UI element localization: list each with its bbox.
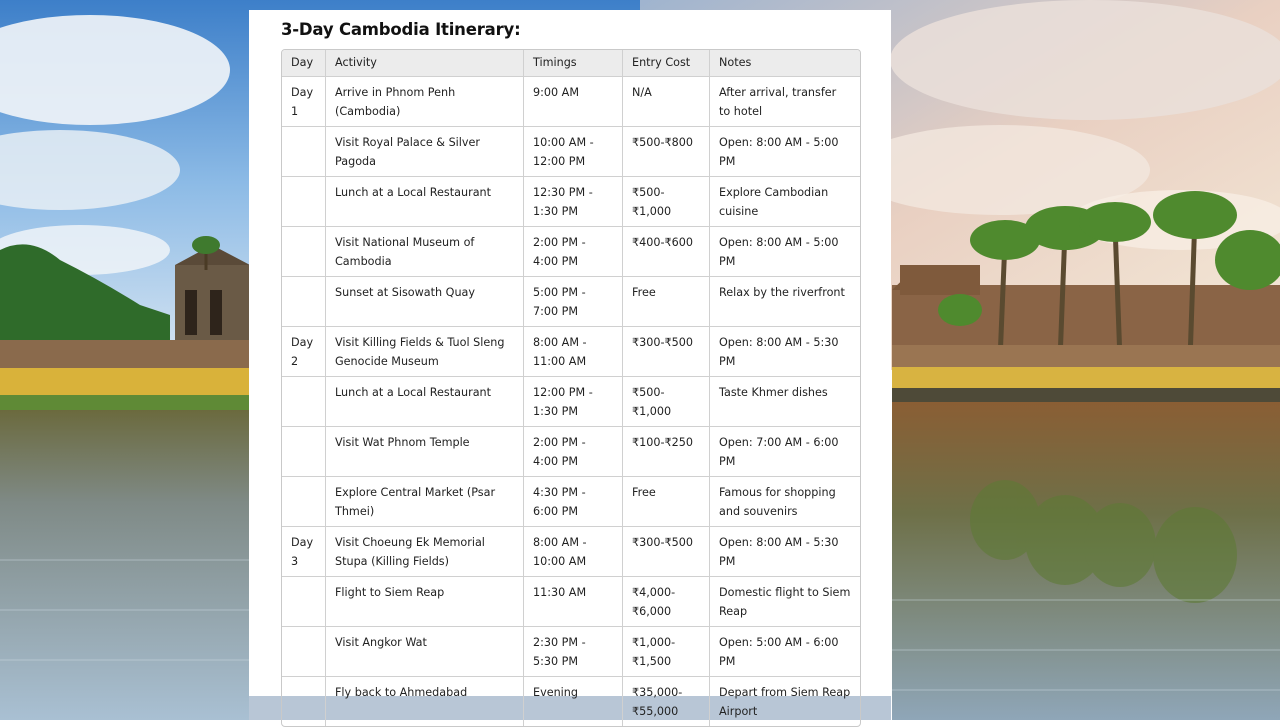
table-row: Day 1 Arrive in Phnom Penh (Cambodia) 9:00… <box>282 76 860 127</box>
table-row: Visit Wat Phnom Temple 2:00 PM - 4:00 PM ₹… <box>282 426 860 477</box>
activity-cell: Fly back to Ahmedabad <box>326 676 524 726</box>
column-header-notes: Notes <box>710 50 860 77</box>
itinerary-card: 3-Day Cambodia Itinerary: Day Activity T… <box>249 10 891 727</box>
day-cell <box>282 676 326 726</box>
day-cell: Day 1 <box>282 76 326 127</box>
table-row: Fly back to Ahmedabad Evening ₹35,000-₹55,… <box>282 676 860 726</box>
day-cell <box>282 626 326 677</box>
itinerary-table: Day Activity Timings Entry Cost Notes Da… <box>281 49 861 727</box>
entry-cost-cell: ₹500-₹1,000 <box>623 176 710 227</box>
timings-cell: 4:30 PM - 6:00 PM <box>524 476 623 527</box>
entry-cost-cell: ₹400-₹600 <box>623 226 710 277</box>
entry-cost-cell: ₹35,000-₹55,000 <box>623 676 710 726</box>
notes-cell: Depart from Siem Reap Airport <box>719 685 851 719</box>
itinerary-title: 3-Day Cambodia Itinerary: <box>281 20 521 39</box>
column-header-day: Day <box>282 50 326 77</box>
column-header-timings: Timings <box>524 50 623 77</box>
entry-cost-cell: ₹1,000-₹1,500 <box>623 626 710 677</box>
entry-cost-cell: Free <box>623 276 710 327</box>
table-row: Visit Royal Palace & Silver Pagoda 10:00 … <box>282 126 860 177</box>
notes-cell: Open: 8:00 AM - 5:00 PM <box>710 227 860 277</box>
timings-cell: 2:30 PM - 5:30 PM <box>524 626 623 677</box>
table-row: Lunch at a Local Restaurant 12:30 PM - 1:… <box>282 176 860 227</box>
timings-cell: 12:30 PM - 1:30 PM <box>524 176 623 227</box>
day-cell <box>282 126 326 177</box>
column-header-entry-cost: Entry Cost <box>623 50 710 77</box>
notes-cell: Explore Cambodian cuisine <box>710 177 860 227</box>
activity-cell: Arrive in Phnom Penh (Cambodia) <box>326 76 524 127</box>
day-cell <box>282 426 326 477</box>
activity-cell: Visit Choeung Ek Memorial Stupa (Killing… <box>326 526 524 577</box>
table-row: Explore Central Market (Psar Thmei) 4:30 … <box>282 476 860 527</box>
activity-cell: Lunch at a Local Restaurant <box>326 176 524 227</box>
day-cell <box>282 576 326 627</box>
timings-cell: Evening <box>524 676 623 726</box>
entry-cost-cell: ₹500-₹800 <box>623 126 710 177</box>
entry-cost-cell: ₹300-₹500 <box>623 326 710 377</box>
activity-cell: Visit National Museum of Cambodia <box>326 226 524 277</box>
activity-cell: Sunset at Sisowath Quay <box>326 276 524 327</box>
notes-cell: Relax by the riverfront <box>710 277 860 327</box>
activity-cell: Visit Royal Palace & Silver Pagoda <box>326 126 524 177</box>
entry-cost-cell: ₹500-₹1,000 <box>623 376 710 427</box>
activity-cell: Visit Killing Fields & Tuol Sleng Genoci… <box>326 326 524 377</box>
table-row: Lunch at a Local Restaurant 12:00 PM - 1:… <box>282 376 860 427</box>
entry-cost-cell: ₹300-₹500 <box>623 526 710 577</box>
notes-cell: Taste Khmer dishes <box>710 377 860 427</box>
notes-cell: Open: 8:00 AM - 5:30 PM <box>710 327 860 377</box>
table-row: Day 2 Visit Killing Fields & Tuol Sleng G… <box>282 326 860 377</box>
table-header-row: Day Activity Timings Entry Cost Notes <box>282 50 860 77</box>
activity-cell: Flight to Siem Reap <box>326 576 524 627</box>
table-row: Visit National Museum of Cambodia 2:00 PM… <box>282 226 860 277</box>
timings-cell: 12:00 PM - 1:30 PM <box>524 376 623 427</box>
day-cell <box>282 226 326 277</box>
notes-cell: Open: 7:00 AM - 6:00 PM <box>710 427 860 477</box>
day-cell: Day 3 <box>282 526 326 577</box>
day-cell <box>282 376 326 427</box>
timings-cell: 11:30 AM <box>524 576 623 627</box>
timings-cell: 10:00 AM - 12:00 PM <box>524 126 623 177</box>
entry-cost-cell: ₹4,000-₹6,000 <box>623 576 710 627</box>
table-row: Sunset at Sisowath Quay 5:00 PM - 7:00 PM… <box>282 276 860 327</box>
activity-cell: Explore Central Market (Psar Thmei) <box>326 476 524 527</box>
day-cell <box>282 276 326 327</box>
notes-cell: Domestic flight to Siem Reap <box>710 577 860 627</box>
notes-cell: Open: 5:00 AM - 6:00 PM <box>710 627 860 677</box>
day-cell: Day 2 <box>282 326 326 377</box>
table-row: Day 3 Visit Choeung Ek Memorial Stupa (Ki… <box>282 526 860 577</box>
activity-cell: Visit Wat Phnom Temple <box>326 426 524 477</box>
notes-cell: Open: 8:00 AM - 5:00 PM <box>710 127 860 177</box>
timings-cell: 8:00 AM - 11:00 AM <box>524 326 623 377</box>
activity-cell: Lunch at a Local Restaurant <box>326 376 524 427</box>
table-row: Visit Angkor Wat 2:30 PM - 5:30 PM ₹1,000-… <box>282 626 860 677</box>
activity-cell: Visit Angkor Wat <box>326 626 524 677</box>
timings-cell: 2:00 PM - 4:00 PM <box>524 226 623 277</box>
notes-cell: After arrival, transfer to hotel <box>710 77 860 127</box>
timings-cell: 5:00 PM - 7:00 PM <box>524 276 623 327</box>
day-cell <box>282 176 326 227</box>
timings-cell: 8:00 AM - 10:00 AM <box>524 526 623 577</box>
entry-cost-cell: N/A <box>623 76 710 127</box>
column-header-activity: Activity <box>326 50 524 77</box>
entry-cost-cell: Free <box>623 476 710 527</box>
timings-cell: 2:00 PM - 4:00 PM <box>524 426 623 477</box>
entry-cost-cell: ₹100-₹250 <box>623 426 710 477</box>
notes-cell: Open: 8:00 AM - 5:30 PM <box>710 527 860 577</box>
day-cell <box>282 476 326 527</box>
table-row: Flight to Siem Reap 11:30 AM ₹4,000-₹6,000… <box>282 576 860 627</box>
timings-cell: 9:00 AM <box>524 76 623 127</box>
notes-cell: Famous for shopping and souvenirs <box>710 477 860 527</box>
